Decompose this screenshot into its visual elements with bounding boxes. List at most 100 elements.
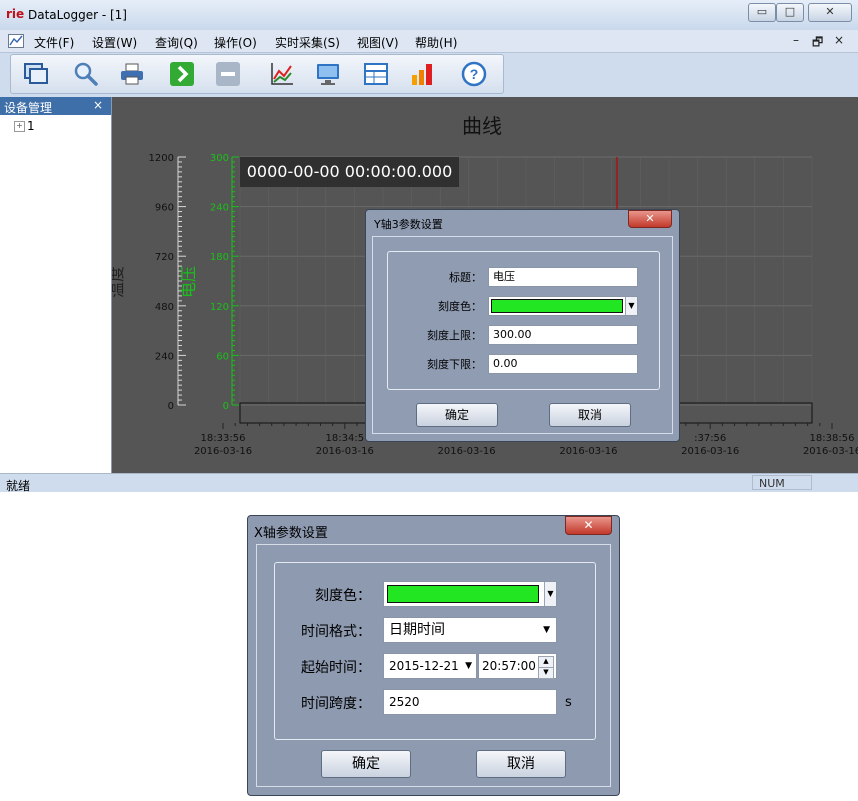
help-glyph: ? <box>470 66 479 82</box>
upper-limit-label: 刻度上限： <box>427 329 482 342</box>
settings-group: 标题： 电压 刻度色： ▼ 刻度上限： 300.00 刻度下限： 0.00 <box>387 251 660 390</box>
menu-bar: 文件(F) 设置(W) 查询(Q) 操作(O) 实时采集(S) 视图(V) 帮助… <box>0 30 858 53</box>
printer-icon[interactable] <box>119 61 145 87</box>
chart-curve-icon[interactable] <box>269 61 295 87</box>
title-label: 标题： <box>449 271 482 284</box>
scale-color-select[interactable]: ▼ <box>383 581 557 607</box>
upper-limit-input[interactable]: 300.00 <box>488 325 638 345</box>
status-bar: 就绪 NUM <box>0 473 858 492</box>
chevron-down-icon[interactable]: ▼ <box>625 297 637 315</box>
start-time-spinner[interactable]: 20:57:00 ▲ ▼ <box>478 653 557 679</box>
y2-tick-label: 120 <box>210 302 229 313</box>
dialog-close-button[interactable]: ✕ <box>628 210 672 228</box>
time-format-select[interactable]: 日期时间 ▼ <box>383 617 557 643</box>
lower-limit-label: 刻度下限： <box>427 358 482 371</box>
menu-help[interactable]: 帮助(H) <box>415 34 457 51</box>
mdi-restore-button[interactable]: 🗗 <box>812 33 823 54</box>
device-manager-panel: 设备管理 × +1 <box>0 97 112 473</box>
title-bar: rie DataLogger - [1] ▭ □ ✕ <box>0 0 858 30</box>
panel-header: 设备管理 × <box>0 97 111 115</box>
start-date-value: 2015-12-21 <box>389 659 459 673</box>
monitor-icon[interactable] <box>315 61 341 87</box>
status-text: 就绪 <box>6 479 31 492</box>
ok-button[interactable]: 确定 <box>321 750 411 778</box>
y2-tick-label: 240 <box>210 203 229 214</box>
table-icon[interactable] <box>363 61 389 87</box>
y3-settings-dialog: Y轴3参数设置 ✕ 标题： 电压 刻度色： ▼ 刻度上限： 300.00 刻度下… <box>365 209 680 442</box>
y1-axis-label: 温度 <box>112 266 126 298</box>
app-logo: rie <box>6 7 25 21</box>
chevron-down-icon[interactable]: ▼ <box>465 654 472 678</box>
play-icon[interactable] <box>169 61 195 87</box>
y2-tick-label: 60 <box>216 351 229 362</box>
color-swatch <box>491 299 623 313</box>
x-tick-date-label: 2016-03-16 <box>803 446 858 457</box>
dialog-body: 刻度色： ▼ 时间格式： 日期时间 ▼ 起始时间： 2015-12-21 ▼ 2… <box>256 544 611 787</box>
x-tick-time-label: :37:56 <box>694 433 726 444</box>
num-lock-indicator: NUM <box>752 475 812 490</box>
bar-chart-icon[interactable] <box>409 61 435 87</box>
time-format-label: 时间格式： <box>301 624 371 640</box>
x-tick-time-label: 18:34:5 <box>326 433 365 444</box>
x-tick-date-label: 2016-03-16 <box>681 446 739 457</box>
scale-color-label: 刻度色： <box>438 300 482 313</box>
chevron-down-icon[interactable]: ▼ <box>543 618 550 642</box>
minimize-button[interactable]: ▭ <box>748 3 776 22</box>
tree-item-device[interactable]: +1 <box>14 119 35 133</box>
dialog-body: 标题： 电压 刻度色： ▼ 刻度上限： 300.00 刻度下限： 0.00 确定… <box>372 236 673 434</box>
chart-app-icon[interactable] <box>8 34 24 51</box>
chevron-down-icon[interactable]: ▼ <box>544 582 556 606</box>
y2-axis-label: 电压 <box>179 266 198 298</box>
time-format-value: 日期时间 <box>389 622 445 638</box>
scale-color-select[interactable]: ▼ <box>488 296 638 316</box>
dialog-title: Y轴3参数设置 <box>374 218 443 231</box>
y1-tick-label: 0 <box>168 401 174 412</box>
ok-button[interactable]: 确定 <box>416 403 498 427</box>
main-window: rie DataLogger - [1] ▭ □ ✕ 文件(F) 设置(W) 查… <box>0 0 858 492</box>
start-time-value: 20:57:00 <box>482 659 536 673</box>
title-input[interactable]: 电压 <box>488 267 638 287</box>
start-time-label: 起始时间： <box>301 660 371 676</box>
y1-tick-label: 480 <box>155 302 174 313</box>
window-icon[interactable] <box>23 61 49 87</box>
lower-limit-input[interactable]: 0.00 <box>488 354 638 374</box>
search-icon[interactable] <box>73 61 99 87</box>
maximize-button[interactable]: □ <box>776 3 804 22</box>
y1-tick-label: 1200 <box>149 153 174 164</box>
dialog-close-button[interactable]: ✕ <box>565 516 612 535</box>
scale-color-label: 刻度色： <box>315 588 371 604</box>
dialog-title: X轴参数设置 <box>254 526 328 541</box>
y1-tick-label: 720 <box>155 252 174 263</box>
tree-item-label: 1 <box>27 119 35 133</box>
mdi-minimize-button[interactable]: – <box>793 33 799 47</box>
menu-view[interactable]: 视图(V) <box>357 34 399 51</box>
mdi-close-button[interactable]: × <box>834 33 844 47</box>
time-span-unit: s <box>565 695 572 710</box>
menu-settings[interactable]: 设置(W) <box>92 34 137 51</box>
chart-title: 曲线 <box>462 114 502 138</box>
cancel-button[interactable]: 取消 <box>549 403 631 427</box>
x-tick-time-label: 18:38:56 <box>810 433 855 444</box>
toolbar: ? <box>10 54 504 94</box>
start-date-picker[interactable]: 2015-12-21 ▼ <box>383 653 477 679</box>
time-span-input[interactable]: 2520 <box>383 689 557 715</box>
help-icon[interactable]: ? <box>461 61 487 87</box>
panel-close-icon[interactable]: × <box>93 98 103 112</box>
stop-icon[interactable] <box>215 61 241 87</box>
x-tick-date-label: 2016-03-16 <box>438 446 496 457</box>
x-tick-date-label: 2016-03-16 <box>194 446 252 457</box>
spin-down-icon[interactable]: ▼ <box>538 667 554 679</box>
menu-operate[interactable]: 操作(O) <box>214 34 257 51</box>
menu-file[interactable]: 文件(F) <box>34 34 74 51</box>
cancel-button[interactable]: 取消 <box>476 750 566 778</box>
x-axis-settings-dialog: X轴参数设置 ✕ 刻度色： ▼ 时间格式： 日期时间 ▼ 起始时间： 2015-… <box>247 515 620 796</box>
color-swatch <box>387 585 539 603</box>
menu-realtime[interactable]: 实时采集(S) <box>275 34 340 51</box>
time-span-label: 时间跨度： <box>301 696 371 712</box>
x-tick-date-label: 2016-03-16 <box>316 446 374 457</box>
y-axis-voltage: 300 240 180 120 60 0 <box>210 153 239 412</box>
close-button[interactable]: ✕ <box>808 3 852 22</box>
tree-expand-icon[interactable]: + <box>14 121 25 132</box>
menu-query[interactable]: 查询(Q) <box>155 34 198 51</box>
x-tick-time-label: 18:33:56 <box>201 433 246 444</box>
